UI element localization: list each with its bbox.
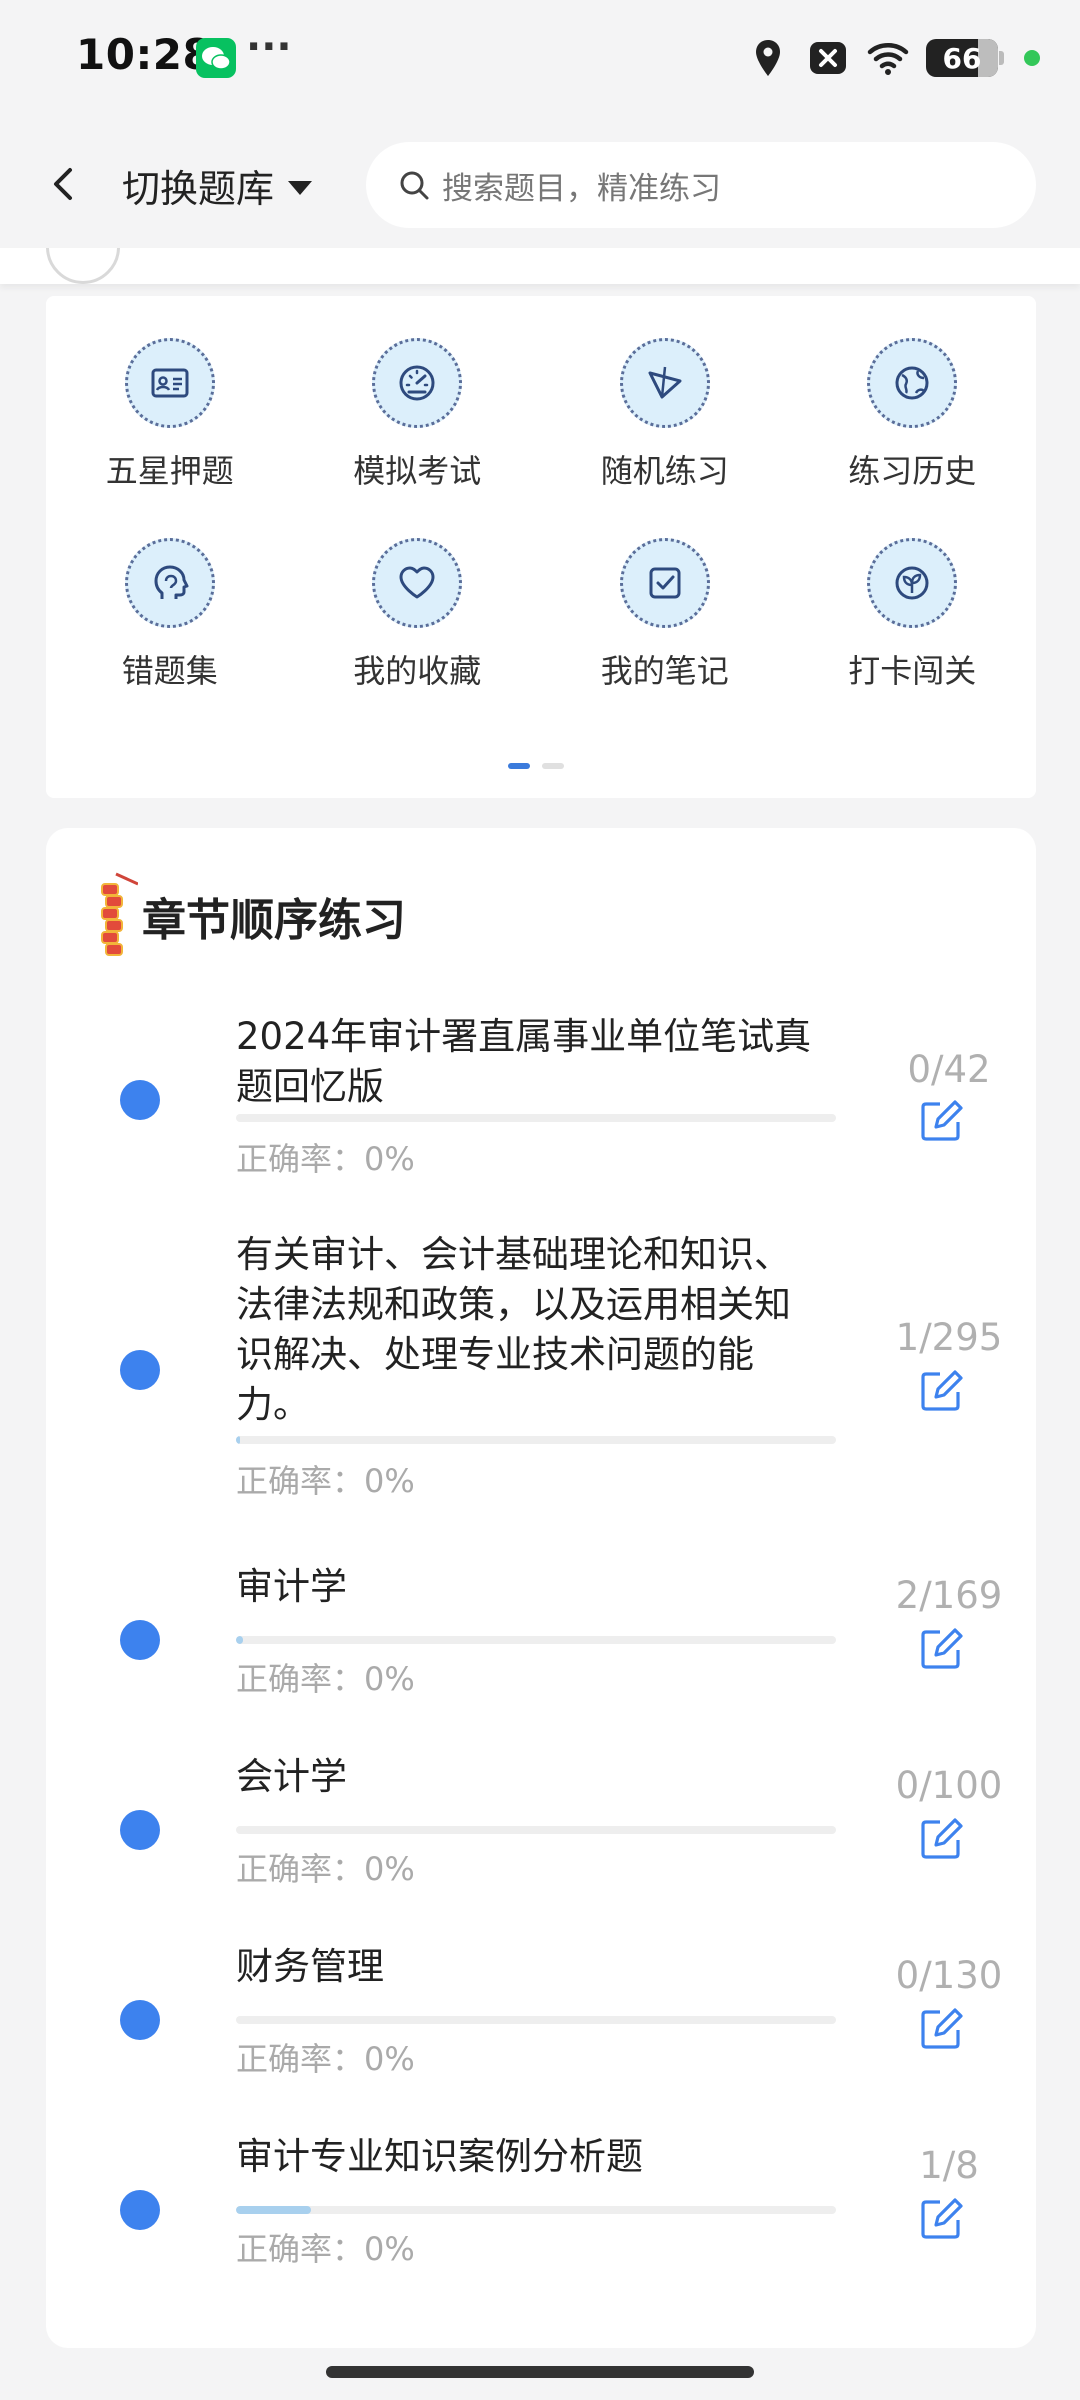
grid-label: 我的收藏 <box>353 652 482 690</box>
wechat-icon <box>196 38 236 78</box>
chapter-count: 2/169 <box>895 1574 1003 1617</box>
banner <box>0 248 1080 284</box>
grid-label: 模拟考试 <box>353 452 482 490</box>
switch-bank-label: 切换题库 <box>122 167 275 211</box>
switch-bank-button[interactable]: 切换题库 <box>122 158 313 213</box>
chapter-practice-card: 章节顺序练习 2024年审计署直属事业单位笔试真题回忆版 正确率：0% 0/42… <box>46 828 1036 2348</box>
chapter-dot <box>120 1810 160 1850</box>
chapter-count: 1/295 <box>895 1316 1003 1359</box>
feature-grid-card: 五星押题 模拟考试 随机练习 练习历史 错题集 我的收藏 我的笔记 打卡闯关 <box>46 296 1036 798</box>
privacy-indicator <box>1024 50 1040 66</box>
chapter-progress <box>236 2206 836 2214</box>
chapter-accuracy: 正确率：0% <box>236 2230 415 2268</box>
more-notifications-icon: ··· <box>246 24 292 70</box>
firecracker-icon <box>101 872 138 956</box>
chapter-name: 财务管理 <box>236 1945 384 1988</box>
page-dot <box>542 763 564 769</box>
grid-label: 练习历史 <box>848 452 977 490</box>
edit-icon[interactable] <box>916 1624 966 1674</box>
chapter-row[interactable]: 有关审计、会计基础理论和知识、法律法规和政策，以及运用相关知识解决、处理专业技术… <box>46 1218 1036 1518</box>
edit-icon[interactable] <box>916 2004 966 2054</box>
grid-item-wrong-questions[interactable]: 错题集 <box>46 538 294 692</box>
note-check-icon <box>619 538 710 628</box>
chapter-progress-fill <box>236 1436 240 1444</box>
chapter-progress-fill <box>236 1636 244 1644</box>
chapter-dot <box>120 2000 160 2040</box>
chapter-dot <box>120 1620 160 1660</box>
head-icon <box>124 538 215 628</box>
feature-grid: 五星押题 模拟考试 随机练习 练习历史 错题集 我的收藏 我的笔记 打卡闯关 <box>46 338 1036 692</box>
caret-down-icon <box>288 180 313 195</box>
chapter-row[interactable]: 审计学 正确率：0% 2/169 <box>46 1518 1036 1708</box>
chapter-name: 会计学 <box>236 1755 347 1798</box>
chapter-name: 审计专业知识案例分析题 <box>236 2135 643 2178</box>
edit-icon[interactable] <box>916 1814 966 1864</box>
chapter-progress <box>236 1436 836 1444</box>
chapter-progress <box>236 1826 836 1834</box>
back-button[interactable] <box>40 160 88 208</box>
chapter-row[interactable]: 2024年审计署直属事业单位笔试真题回忆版 正确率：0% 0/42 <box>46 978 1036 1218</box>
chapter-progress-fill <box>236 2206 311 2214</box>
section-title: 章节顺序练习 <box>142 895 406 946</box>
search-input[interactable]: 搜索题目，精准练习 <box>366 142 1036 228</box>
chapter-count: 0/130 <box>895 1954 1003 1997</box>
top-bar: 切换题库 搜索题目，精准练习 <box>0 120 1080 248</box>
grid-item-history[interactable]: 练习历史 <box>789 338 1037 492</box>
grid-item-favorites[interactable]: 我的收藏 <box>294 538 542 692</box>
grid-label: 五星押题 <box>105 452 234 490</box>
chapter-count: 0/42 <box>907 1048 991 1091</box>
page-dot-active <box>508 763 530 769</box>
logo-icon <box>46 248 120 284</box>
grid-label: 错题集 <box>121 652 218 690</box>
chapter-name: 2024年审计署直属事业单位笔试真题回忆版 <box>236 1015 812 1108</box>
page-indicator <box>508 763 564 769</box>
id-card-icon <box>124 338 215 428</box>
chapter-count: 1/8 <box>919 2144 979 2187</box>
search-icon <box>400 171 429 200</box>
grid-item-notes[interactable]: 我的笔记 <box>541 538 789 692</box>
chapter-progress <box>236 2016 836 2024</box>
chapter-accuracy: 正确率：0% <box>236 1462 415 1500</box>
grid-item-five-star[interactable]: 五星押题 <box>46 338 294 492</box>
globe-icon <box>867 338 958 428</box>
edit-icon[interactable] <box>916 1366 966 1416</box>
grid-label: 打卡闯关 <box>848 652 977 690</box>
edit-icon[interactable] <box>916 1096 966 1146</box>
chapter-accuracy: 正确率：0% <box>236 1140 415 1178</box>
chapter-dot <box>120 1350 160 1390</box>
chapter-accuracy: 正确率：0% <box>236 2040 415 2078</box>
edit-icon[interactable] <box>916 2194 966 2244</box>
home-indicator[interactable] <box>326 2366 754 2378</box>
chapter-progress <box>236 1114 836 1122</box>
leaf-icon <box>867 538 958 628</box>
grid-item-mock-exam[interactable]: 模拟考试 <box>294 338 542 492</box>
chapter-accuracy: 正确率：0% <box>236 1850 415 1888</box>
grid-item-random-practice[interactable]: 随机练习 <box>541 338 789 492</box>
battery-icon: 66 <box>926 39 1004 77</box>
grid-label: 我的笔记 <box>600 652 729 690</box>
heart-icon <box>372 538 463 628</box>
chapter-name: 有关审计、会计基础理论和知识、法律法规和政策，以及运用相关知识解决、处理专业技术… <box>236 1233 791 1426</box>
close-box-icon <box>810 42 846 74</box>
status-time: 10:28 <box>76 30 213 79</box>
chapter-row[interactable]: 会计学 正确率：0% 0/100 <box>46 1708 1036 1898</box>
chapter-row[interactable]: 审计专业知识案例分析题 正确率：0% 1/8 <box>46 2088 1036 2278</box>
grid-label: 随机练习 <box>600 452 729 490</box>
search-placeholder: 搜索题目，精准练习 <box>442 170 721 207</box>
status-bar: 10:28 ··· 66 <box>0 0 1080 120</box>
chapter-progress <box>236 1636 836 1644</box>
chapter-name: 审计学 <box>236 1565 347 1608</box>
grid-item-checkin[interactable]: 打卡闯关 <box>789 538 1037 692</box>
shuffle-icon <box>619 338 710 428</box>
wifi-icon <box>867 43 909 75</box>
chapter-accuracy: 正确率：0% <box>236 1660 415 1698</box>
chapter-dot <box>120 1080 160 1120</box>
location-icon <box>756 40 780 76</box>
gauge-icon <box>372 338 463 428</box>
chapter-dot <box>120 2190 160 2230</box>
chapter-count: 0/100 <box>895 1764 1003 1807</box>
chapter-row[interactable]: 财务管理 正确率：0% 0/130 <box>46 1898 1036 2088</box>
battery-level: 66 <box>942 41 982 75</box>
